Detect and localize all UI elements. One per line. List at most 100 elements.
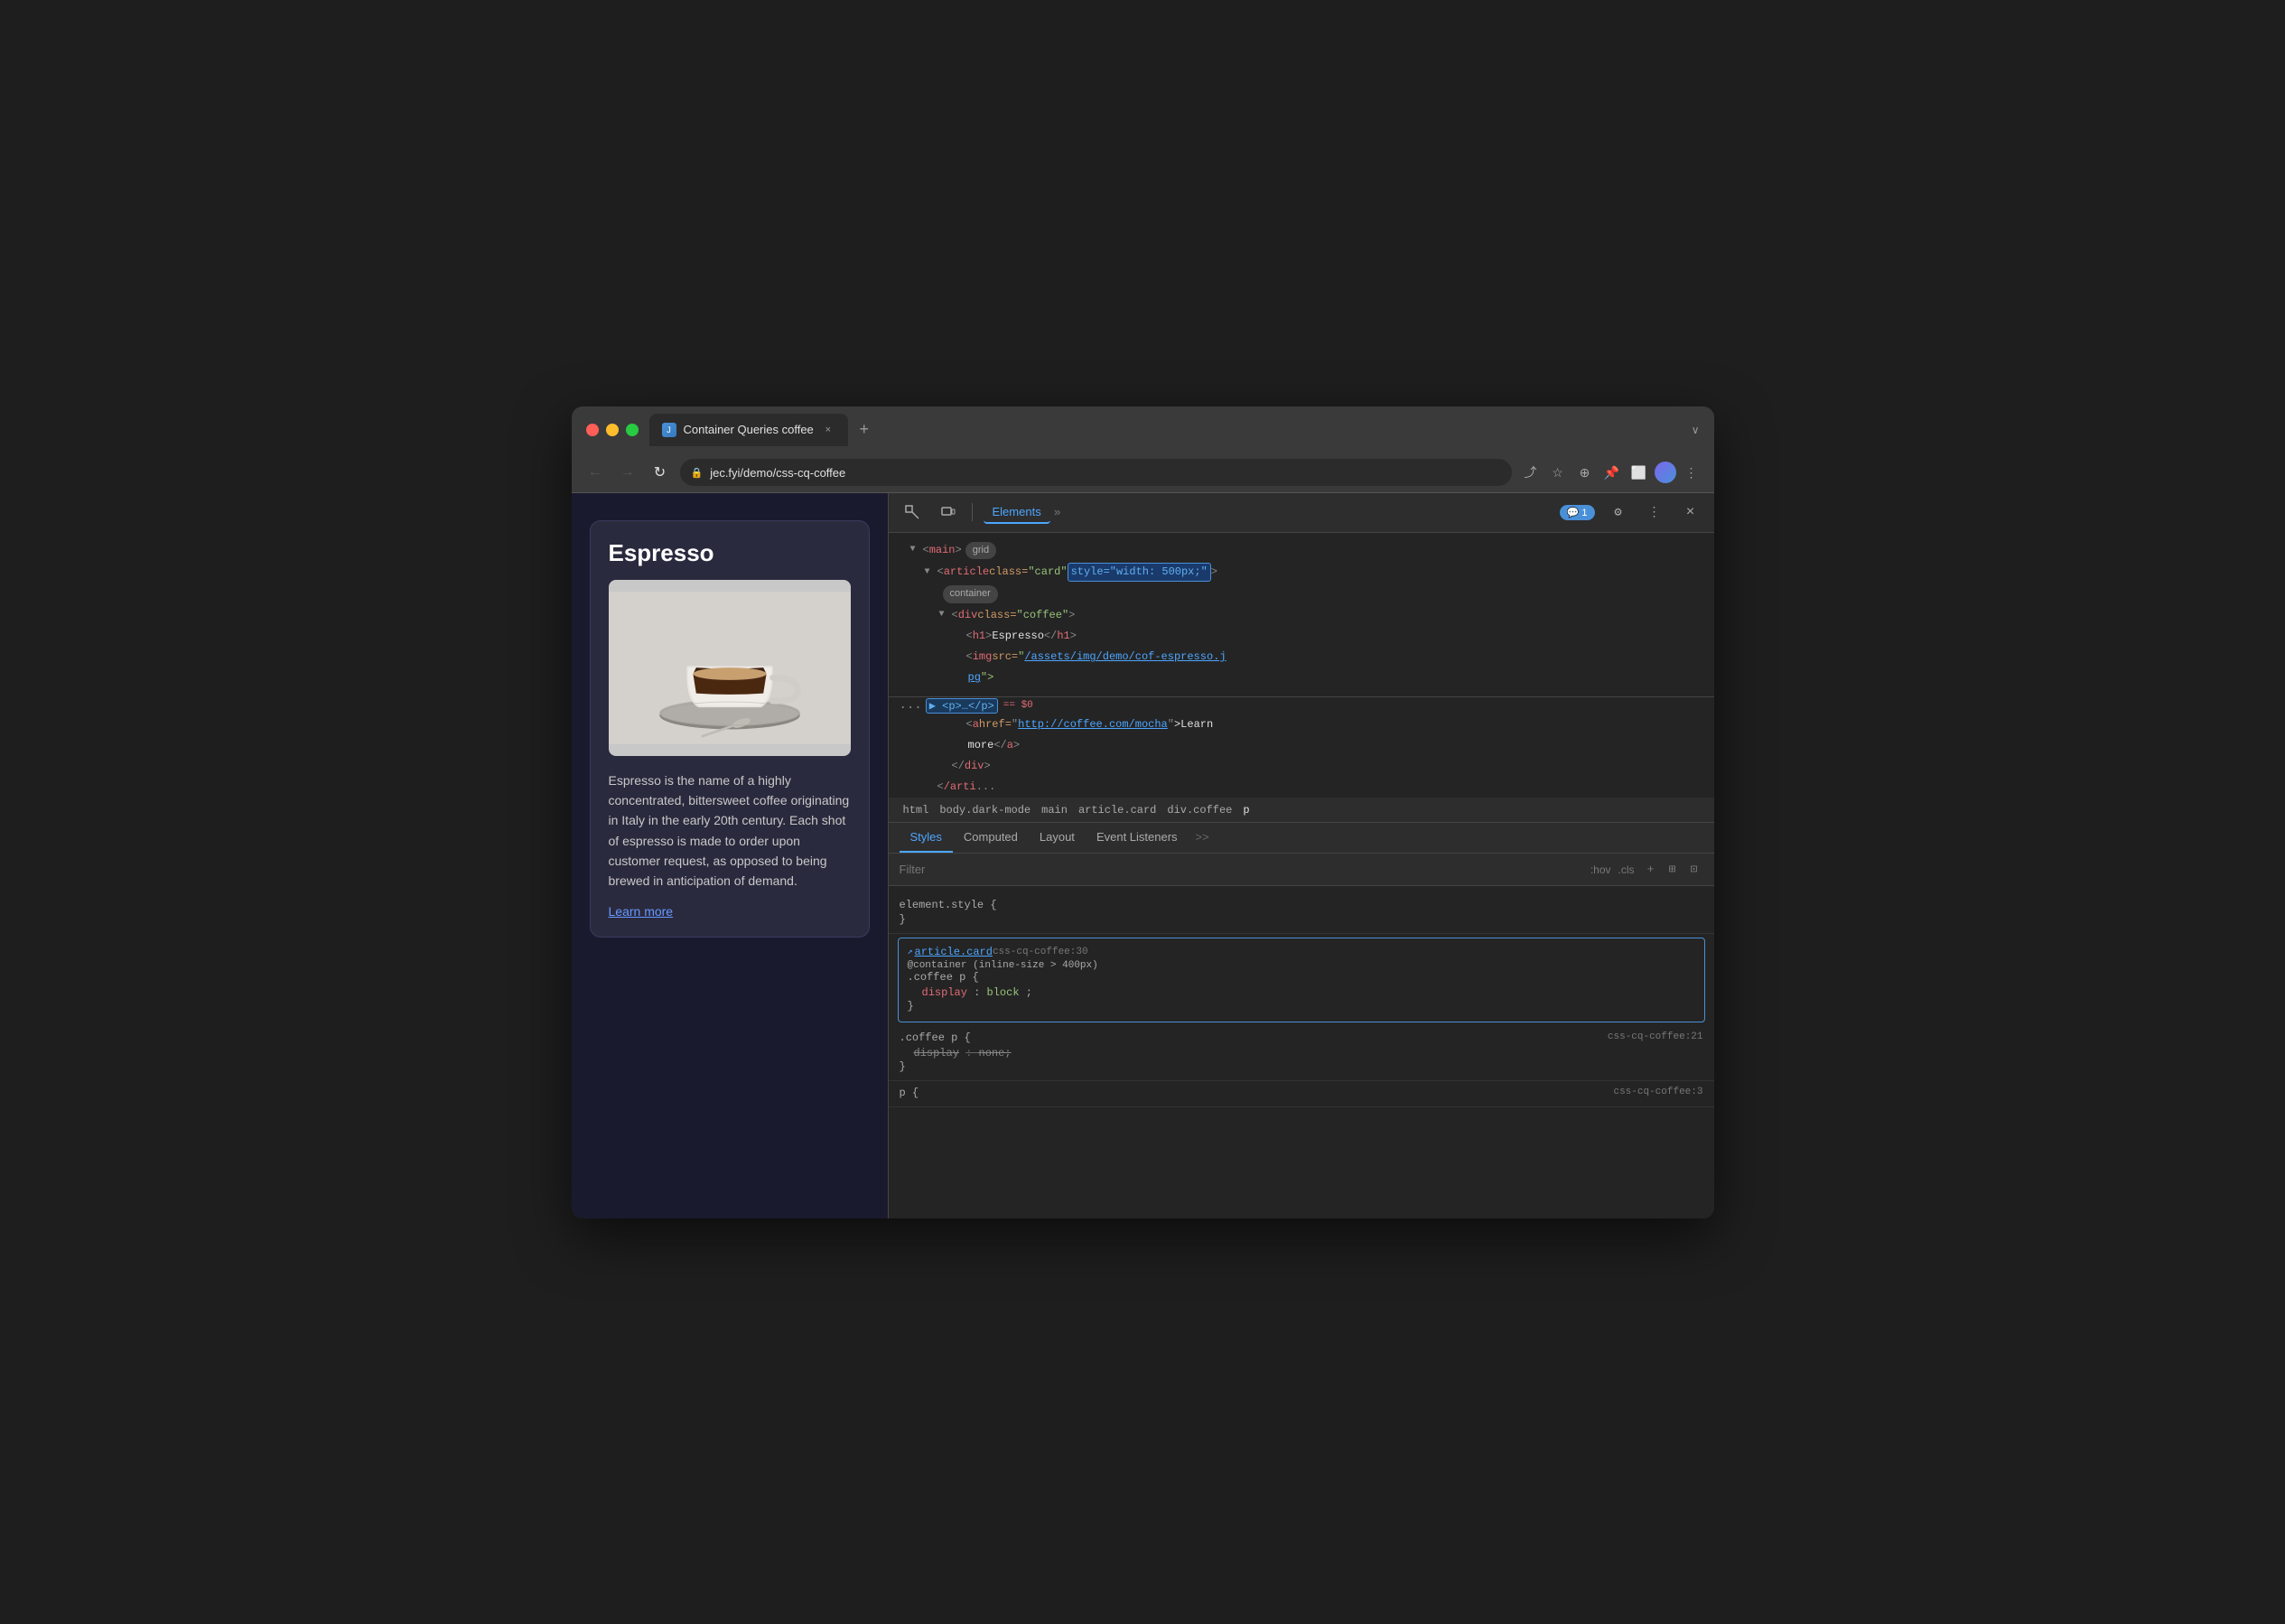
close-traffic-light[interactable] [586, 424, 599, 436]
tab-favicon: J [662, 423, 676, 437]
element-style-selector: element.style { [900, 899, 1703, 911]
coffee-p-block-close: } [900, 1060, 1703, 1073]
more-tabs-button[interactable]: » [1054, 506, 1061, 519]
new-tab-button[interactable]: + [852, 417, 877, 443]
cls-filter[interactable]: .cls [1618, 863, 1635, 876]
back-button[interactable]: ← [583, 460, 608, 485]
breadcrumb-article[interactable]: article.card [1075, 802, 1160, 818]
dom-tree: <main> grid <article class="card" style=… [889, 533, 1714, 697]
forward-button[interactable]: → [615, 460, 640, 485]
menu-button[interactable]: ⋮ [1680, 461, 1703, 484]
a-href-link[interactable]: http://coffee.com/mocha [1018, 716, 1168, 733]
event-listeners-tab[interactable]: Event Listeners [1086, 823, 1189, 853]
inspect-element-button[interactable] [900, 499, 925, 525]
style-source-30[interactable]: css-cq-coffee:30 [993, 947, 1088, 957]
profile-avatar[interactable] [1655, 462, 1676, 483]
fullscreen-traffic-light[interactable] [626, 424, 639, 436]
main-grid-badge: grid [965, 542, 996, 560]
breadcrumb-html[interactable]: html [900, 802, 933, 818]
devtools-panel: Elements » 💬 1 ⚙ ⋮ × <main> grid [888, 493, 1714, 1218]
extensions-button[interactable]: ⊕ [1573, 461, 1597, 484]
p-selector: p { [900, 1087, 919, 1099]
tab-close-button[interactable]: × [821, 423, 835, 437]
dom-article-end-line: </arti... [889, 777, 1714, 798]
inspect-style-button[interactable]: ⊞ [1664, 861, 1682, 879]
styles-filter-input[interactable] [900, 863, 1583, 876]
styles-tab[interactable]: Styles [900, 823, 953, 853]
coffee-p-header: .coffee p { css-cq-coffee:21 [900, 1031, 1703, 1046]
minimize-traffic-light[interactable] [606, 424, 619, 436]
p-block: p { css-cq-coffee:3 [889, 1081, 1714, 1107]
main-triangle[interactable] [910, 543, 923, 557]
bookmark-button[interactable]: ☆ [1546, 461, 1570, 484]
coffee-p-selector2: .coffee p { [900, 1031, 971, 1044]
browser-content: Espresso [572, 493, 1714, 1218]
p-tag-selected[interactable]: ▶ <p>…</p> [926, 698, 998, 714]
more-options-button[interactable]: ⋮ [1642, 499, 1667, 525]
window-button[interactable]: ⬜ [1627, 461, 1651, 484]
container-query-header: ↗ article.card css-cq-coffee:30 [908, 946, 1695, 958]
browser-window: J Container Queries coffee × + ∨ ← → ↻ 🔒… [572, 406, 1714, 1218]
arrow-indicator: ↗ [908, 947, 913, 957]
breadcrumb-body[interactable]: body.dark-mode [936, 802, 1034, 818]
devtools-tabs: Elements » [984, 501, 1061, 524]
chat-badge: 💬 1 [1560, 505, 1595, 520]
add-rule-button[interactable]: + [1642, 861, 1660, 879]
container-badge: container [943, 585, 998, 603]
learn-more-link[interactable]: Learn more [609, 904, 851, 919]
dom-a-more-line: more </a> [889, 735, 1714, 756]
dom-div-close-line: </div> [889, 756, 1714, 777]
article-triangle[interactable] [925, 565, 937, 580]
breadcrumb-main[interactable]: main [1038, 802, 1071, 818]
dom-container-badge-line: container [889, 583, 1714, 605]
devtools-close-button[interactable]: × [1678, 499, 1703, 525]
dom-img-line[interactable]: <img src="/assets/img/demo/cof-espresso.… [889, 647, 1714, 667]
dom-main-line[interactable]: <main> grid [889, 540, 1714, 562]
dot-line: ... ▶ <p>…</p> == $0 [889, 697, 1714, 714]
pin-button[interactable]: 📌 [1600, 461, 1624, 484]
styles-content: element.style { } ↗ article.card css-cq-… [889, 886, 1714, 1218]
webpage: Espresso [572, 493, 888, 1218]
div-coffee-triangle[interactable] [939, 608, 952, 622]
expand-dots[interactable]: ... [900, 698, 922, 713]
toolbar-separator [972, 503, 973, 521]
dom-h1-line[interactable]: <h1> Espresso </h1> [889, 626, 1714, 647]
display-none-property: display : none; [900, 1046, 1703, 1060]
article-card-link[interactable]: article.card [915, 946, 993, 958]
share-button[interactable]: ⤴ [1519, 461, 1543, 484]
element-style-block: element.style { } [889, 893, 1714, 934]
traffic-lights [586, 424, 639, 436]
copy-style-button[interactable]: ⊡ [1685, 861, 1703, 879]
dom-article-line[interactable]: <article class="card" style="width: 500p… [889, 561, 1714, 583]
lock-icon: 🔒 [691, 467, 704, 479]
devtools-toolbar: Elements » 💬 1 ⚙ ⋮ × [889, 493, 1714, 533]
address-bar[interactable]: 🔒 jec.fyi/demo/css-cq-coffee [680, 459, 1512, 486]
coffee-p-selector: .coffee p { [908, 971, 1695, 984]
elements-tab[interactable]: Elements [984, 501, 1050, 524]
computed-tab[interactable]: Computed [953, 823, 1029, 853]
style-source-3[interactable]: css-cq-coffee:3 [1613, 1087, 1702, 1101]
dom-div-coffee-line[interactable]: <div class="coffee" > [889, 605, 1714, 626]
style-source-21[interactable]: css-cq-coffee:21 [1608, 1031, 1703, 1046]
coffee-title: Espresso [609, 539, 851, 567]
active-tab[interactable]: J Container Queries coffee × [649, 414, 848, 446]
breadcrumb-p[interactable]: p [1239, 802, 1253, 818]
layout-tab[interactable]: Layout [1029, 823, 1086, 853]
container-block-close: } [908, 1000, 1695, 1013]
coffee-description: Espresso is the name of a highly concent… [609, 770, 851, 891]
nav-bar: ← → ↻ 🔒 jec.fyi/demo/css-cq-coffee ⤴ ☆ ⊕… [572, 453, 1714, 493]
refresh-button[interactable]: ↻ [648, 460, 673, 485]
breadcrumb-bar: html body.dark-mode main article.card di… [889, 798, 1714, 823]
breadcrumb-div-coffee[interactable]: div.coffee [1163, 802, 1236, 818]
pseudo-filter[interactable]: :hov [1590, 863, 1611, 876]
tab-collapse-button[interactable]: ∨ [1692, 424, 1700, 436]
device-toggle-button[interactable] [936, 499, 961, 525]
dom-a-line[interactable]: <a href="http://coffee.com/mocha" >Learn [889, 714, 1714, 735]
more-style-tabs[interactable]: >> [1189, 823, 1217, 853]
p-header: p { css-cq-coffee:3 [900, 1087, 1703, 1101]
coffee-image [609, 580, 851, 756]
url-text: jec.fyi/demo/css-cq-coffee [710, 466, 845, 480]
settings-button[interactable]: ⚙ [1606, 499, 1631, 525]
filter-action-buttons: + ⊞ ⊡ [1642, 861, 1703, 879]
style-attr-highlight: style="width: 500px;" [1068, 563, 1211, 582]
